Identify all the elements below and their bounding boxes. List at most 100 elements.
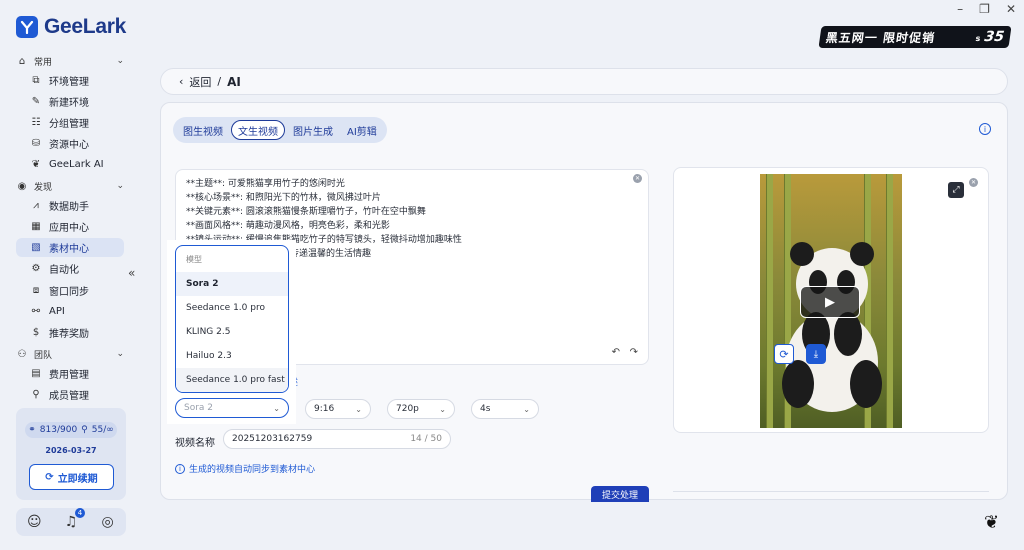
renew-label: 立即续期 bbox=[57, 473, 98, 485]
sidebar-item-data-assistant[interactable]: ⩘ 数据助手 bbox=[16, 196, 124, 215]
device-icon: ⚭ bbox=[28, 425, 36, 435]
billing-icon: ▤ bbox=[31, 368, 41, 379]
group-icon: ☷ bbox=[31, 117, 41, 128]
apps-icon: ▦ bbox=[31, 221, 41, 232]
sidebar-item-label: 成员管理 bbox=[49, 391, 89, 402]
robot-icon: ⚙ bbox=[31, 263, 41, 274]
api-icon: ⚯ bbox=[31, 306, 41, 317]
chart-icon: ⩘ bbox=[33, 200, 39, 211]
window-sync-icon: ⧈ bbox=[32, 285, 40, 296]
tab-ai-editing[interactable]: AI剪辑 bbox=[341, 120, 383, 140]
video-name-input[interactable]: 20251203162759 14 / 50 bbox=[223, 429, 451, 449]
tab-image-generation[interactable]: 图片生成 bbox=[287, 120, 339, 140]
profile-icon[interactable]: ◎ bbox=[98, 512, 118, 532]
material-icon: ▧ bbox=[31, 242, 41, 253]
video-name-count: 14 / 50 bbox=[410, 434, 442, 444]
sidebar-item-window-sync[interactable]: ⧈ 窗口同步 bbox=[16, 281, 124, 300]
app-logo[interactable]: GeeLark bbox=[16, 14, 126, 40]
duration-select[interactable]: 4s ⌄ bbox=[471, 399, 539, 419]
prompt-line: **关键元素**: 圆滚滚熊猫慢条斯理嚼竹子，竹叶在空中飘舞 bbox=[186, 207, 426, 217]
model-option-seedance-pro-fast[interactable]: Seedance 1.0 pro fast bbox=[176, 368, 288, 392]
video-name-label: 视频名称 bbox=[175, 438, 215, 449]
sidebar-item-label: 自动化 bbox=[49, 265, 79, 276]
sidebar-item-resources[interactable]: ⛁ 资源中心 bbox=[16, 134, 124, 153]
clear-icon[interactable]: ✕ bbox=[633, 174, 642, 183]
dropdown-header: 模型 bbox=[186, 254, 202, 264]
resolution-select[interactable]: 720p ⌄ bbox=[387, 399, 455, 419]
tab-text-to-video[interactable]: 文生视频 bbox=[231, 120, 285, 140]
breadcrumb: ‹ 返回 / AI bbox=[160, 68, 1008, 95]
prompt-line: 传递温馨的生活情趣 bbox=[290, 249, 372, 259]
promo-text: 黑五网一 限时促销 bbox=[824, 30, 937, 45]
model-select-open[interactable]: Sora 2 ⌄ bbox=[175, 398, 289, 418]
ai-icon: ❦ bbox=[31, 159, 41, 170]
sidebar-item-environments[interactable]: ⧉ 环境管理 bbox=[16, 71, 124, 90]
sidebar-item-automation[interactable]: ⚙ 自动化 bbox=[16, 259, 124, 278]
minimize-icon[interactable]: – bbox=[957, 2, 963, 16]
maximize-icon[interactable]: ❐ bbox=[979, 2, 990, 16]
nav-section-label: 常用 bbox=[34, 57, 53, 68]
regenerate-button[interactable]: ⟳ bbox=[774, 344, 794, 364]
promo-banner[interactable]: 黑五网一 限时促销 s 35 bbox=[818, 26, 1012, 48]
chevron-down-icon: ⌄ bbox=[116, 349, 124, 359]
chevron-down-icon: ⌄ bbox=[523, 404, 530, 414]
bamboo-stalk bbox=[886, 174, 893, 428]
close-window-icon[interactable]: ✕ bbox=[1006, 2, 1016, 16]
mode-tabs: 图生视频 文生视频 图片生成 AI剪辑 bbox=[173, 117, 387, 143]
sidebar-item-referral[interactable]: $ 推荐奖励 bbox=[16, 323, 124, 342]
sidebar-item-geelark-ai[interactable]: ❦ GeeLark AI bbox=[16, 155, 124, 174]
nav-section-label: 发现 bbox=[34, 182, 53, 193]
back-link[interactable]: 返回 bbox=[189, 74, 211, 90]
promo-s-label: s bbox=[974, 34, 981, 43]
model-dropdown: 模型 Sora 2 Seedance 1.0 pro KLING 2.5 Hai… bbox=[175, 245, 289, 393]
eye-icon: ◉ bbox=[17, 180, 27, 192]
submit-button[interactable]: 提交处理 bbox=[591, 486, 649, 502]
nav-section-discover[interactable]: ◉ 发现 ⌄ bbox=[16, 178, 128, 194]
sidebar-item-app-center[interactable]: ▦ 应用中心 bbox=[16, 217, 124, 236]
nav-section-label: 团队 bbox=[34, 350, 53, 361]
sidebar-item-members[interactable]: ⚲ 成员管理 bbox=[16, 385, 124, 404]
sidebar-item-materials[interactable]: ▧ 素材中心 bbox=[16, 238, 124, 257]
sidebar-item-groups[interactable]: ☷ 分组管理 bbox=[16, 113, 124, 132]
sidebar-item-label: 窗口同步 bbox=[49, 287, 89, 298]
sidebar-item-label: 分组管理 bbox=[49, 119, 89, 130]
ratio-value: 9:16 bbox=[314, 404, 335, 414]
user-icon: ⚲ bbox=[32, 389, 40, 400]
model-option-sora-2[interactable]: Sora 2 bbox=[176, 272, 288, 296]
dollar-icon: $ bbox=[32, 327, 40, 338]
video-thumbnail[interactable]: ▶ bbox=[760, 174, 902, 428]
expand-icon[interactable]: ⤢ bbox=[948, 182, 964, 198]
sidebar: GeeLark ⌂ 常用 ⌄ ⧉ 环境管理 ✎ 新建环境 ☷ 分组管理 ⛁ 资源中心 ❦… bbox=[0, 0, 142, 550]
sync-note-text: 生成的视频自动同步到素材中心 bbox=[189, 465, 316, 475]
renew-button[interactable]: ⟳ 立即续期 bbox=[29, 464, 114, 490]
breadcrumb-separator: / bbox=[217, 75, 222, 88]
bell-icon[interactable]: ♫ 4 bbox=[61, 508, 85, 532]
sync-note: i 生成的视频自动同步到素材中心 bbox=[175, 462, 315, 475]
ratio-select[interactable]: 9:16 ⌄ bbox=[305, 399, 371, 419]
undo-icon[interactable]: ↶ bbox=[612, 347, 620, 358]
sidebar-item-api[interactable]: ⚯ API bbox=[16, 302, 124, 321]
tab-image-to-video[interactable]: 图生视频 bbox=[177, 120, 229, 140]
info-icon[interactable]: i bbox=[979, 123, 991, 135]
close-icon[interactable]: ✕ bbox=[969, 178, 978, 187]
sidebar-bottom-bar: ☺ ♫ 4 ◎ bbox=[16, 508, 126, 536]
play-icon[interactable]: ▶ bbox=[800, 286, 860, 318]
sidebar-item-new-environment[interactable]: ✎ 新建环境 bbox=[16, 92, 124, 111]
device-count: 813/900 bbox=[39, 425, 78, 435]
collapse-sidebar-icon[interactable]: « bbox=[128, 266, 135, 280]
nav-section-team[interactable]: ⚇ 团队 ⌄ bbox=[16, 346, 128, 362]
sidebar-item-label: 数据助手 bbox=[49, 202, 89, 213]
ai-assistant-icon[interactable]: ❦ bbox=[984, 512, 999, 533]
sidebar-item-label: 费用管理 bbox=[49, 370, 89, 381]
model-option-kling[interactable]: KLING 2.5 bbox=[176, 320, 288, 344]
video-name-value: 20251203162759 bbox=[232, 434, 313, 444]
ai-rewrite-icon[interactable]: ↷ bbox=[630, 347, 638, 358]
sidebar-item-billing[interactable]: ▤ 费用管理 bbox=[16, 364, 124, 383]
support-icon[interactable]: ☺ bbox=[24, 512, 44, 532]
model-option-hailuo[interactable]: Hailuo 2.3 bbox=[176, 344, 288, 368]
model-option-seedance-pro[interactable]: Seedance 1.0 pro bbox=[176, 296, 288, 320]
nav-section-common[interactable]: ⌂ 常用 ⌄ bbox=[16, 53, 128, 69]
chevron-left-icon[interactable]: ‹ bbox=[179, 75, 183, 88]
download-button[interactable]: ⤓ bbox=[806, 344, 826, 364]
plan-expiry-date: 2026-03-27 bbox=[45, 446, 97, 455]
